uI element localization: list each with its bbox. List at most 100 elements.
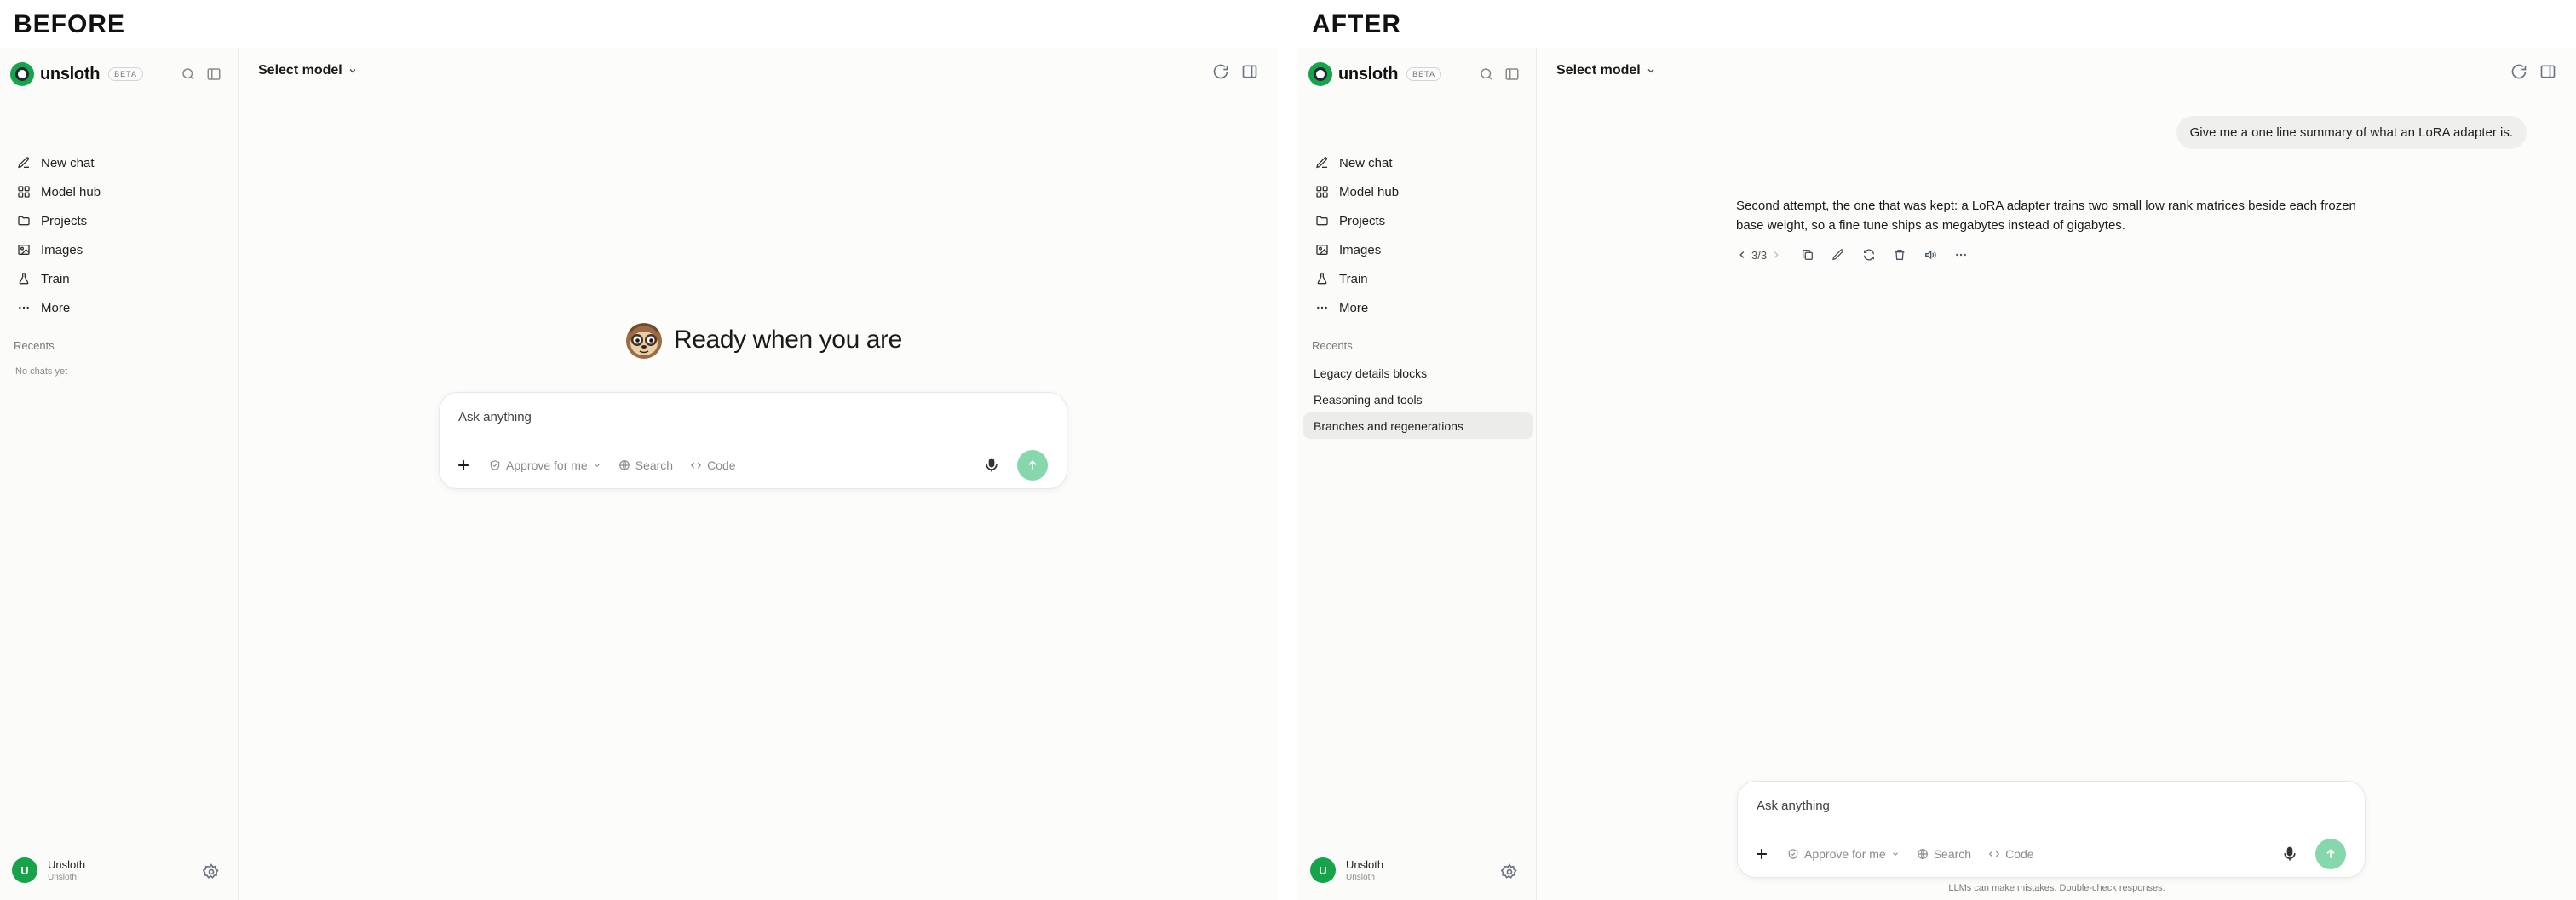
brand[interactable]: unsloth BETA [1308, 61, 1441, 87]
panel-toggle-icon[interactable] [1241, 63, 1258, 80]
sidebar-item-new-chat[interactable]: New chat [9, 148, 230, 177]
temporary-chat-icon[interactable] [1212, 63, 1229, 80]
send-button[interactable] [1017, 450, 1048, 481]
composer: Ask anything Approve for me Search Code [439, 392, 1067, 489]
sidebar-item-more[interactable]: More [1307, 293, 1528, 322]
arrow-up-icon [2326, 849, 2335, 858]
speaker-icon[interactable] [1923, 248, 1937, 262]
sloth-mascot-icon [626, 323, 662, 359]
sidebar-item-train[interactable]: Train [1307, 264, 1528, 293]
disclaimer-text: LLMs can make mistakes. Double-check res… [1948, 883, 2165, 893]
grid-icon [1315, 185, 1329, 199]
code-label: Code [707, 459, 736, 472]
chevron-down-icon [594, 464, 600, 467]
sidebar-item-projects[interactable]: Projects [9, 206, 230, 235]
send-button[interactable] [2315, 839, 2346, 869]
chevron-down-icon [1647, 69, 1654, 73]
before-panel: BEFORE unsloth BETA New chat Model hub P… [0, 0, 1288, 900]
search-toggle[interactable]: Search [618, 459, 673, 472]
app-window: unsloth BETA New chat Model hub Projects… [1298, 48, 2576, 900]
search-toggle[interactable]: Search [1917, 847, 1971, 861]
plus-icon[interactable] [455, 457, 472, 474]
microphone-icon[interactable] [983, 457, 1000, 474]
approve-label: Approve for me [506, 459, 588, 472]
sidebar-item-model-hub[interactable]: Model hub [9, 177, 230, 206]
panel-toggle-icon[interactable] [2539, 63, 2556, 80]
plus-icon[interactable] [1753, 845, 1770, 862]
assistant-message: Second attempt, the one that was kept: a… [1736, 199, 2356, 233]
grid-icon [17, 185, 31, 199]
branch-navigator: 3/3 [1736, 249, 1782, 262]
approve-toggle[interactable]: Approve for me [489, 459, 601, 472]
more-icon[interactable] [1954, 248, 1968, 262]
chevron-right-icon[interactable] [1770, 249, 1782, 261]
recents-title: Recents [14, 339, 55, 352]
globe-icon [618, 460, 630, 470]
sidebar-item-train[interactable]: Train [9, 264, 230, 293]
main-area: Select model Give me a one line summary … [1538, 48, 2576, 900]
edit-icon[interactable] [1831, 248, 1845, 262]
code-toggle[interactable]: Code [1988, 847, 2034, 861]
globe-icon [1917, 849, 1928, 859]
user-profile[interactable]: U Unsloth Unsloth [1310, 857, 1383, 883]
unsloth-logo-icon [10, 62, 34, 86]
app-window: unsloth BETA New chat Model hub Projects… [0, 48, 1278, 900]
brand[interactable]: unsloth BETA [10, 61, 143, 87]
no-chats-text: No chats yet [15, 366, 68, 377]
chevron-left-icon[interactable] [1736, 249, 1748, 261]
sidebar-item-label: Train [41, 271, 70, 286]
search-icon[interactable] [1479, 66, 1494, 82]
folder-icon [17, 214, 31, 228]
sidebar-item-label: Images [41, 242, 83, 257]
sidebar-item-label: Projects [41, 213, 88, 228]
model-selector[interactable]: Select model [258, 63, 358, 78]
beta-badge: BETA [1406, 67, 1441, 81]
code-toggle[interactable]: Code [690, 459, 736, 472]
user-profile[interactable]: U Unsloth Unsloth [12, 857, 85, 883]
code-icon [1989, 851, 2000, 857]
microphone-icon[interactable] [2281, 845, 2298, 862]
user-message-bubble: Give me a one line summary of what an Lo… [2176, 116, 2527, 149]
trash-icon[interactable] [1893, 248, 1906, 262]
sidebar-item-images[interactable]: Images [9, 235, 230, 264]
sidebar-item-label: Images [1339, 242, 1382, 257]
shield-check-icon [1788, 849, 1798, 859]
sidebar-item-images[interactable]: Images [1307, 235, 1528, 264]
recent-chat-item-active[interactable]: Branches and regenerations [1303, 412, 1533, 439]
user-name: Unsloth [48, 858, 86, 871]
temporary-chat-icon[interactable] [2510, 63, 2527, 80]
composer-toolbar: Approve for me Search Code [1753, 839, 2349, 869]
sidebar-item-model-hub[interactable]: Model hub [1307, 177, 1528, 206]
message-input[interactable]: Ask anything [458, 410, 532, 424]
edit-icon [1315, 156, 1329, 170]
before-label: BEFORE [14, 10, 126, 38]
after-label: AFTER [1312, 10, 1401, 38]
more-icon [1315, 301, 1329, 314]
recent-chat-item[interactable]: Reasoning and tools [1303, 386, 1533, 412]
sidebar-item-new-chat[interactable]: New chat [1307, 148, 1528, 177]
composer-toolbar: Approve for me Search Code [455, 450, 1051, 481]
recent-chat-item[interactable]: Legacy details blocks [1303, 360, 1533, 386]
gear-icon[interactable] [1500, 863, 1518, 880]
approve-toggle[interactable]: Approve for me [1787, 847, 1900, 861]
sidebar-toggle-icon[interactable] [1504, 66, 1520, 82]
unsloth-logo-icon [1308, 62, 1332, 86]
sidebar: unsloth BETA New chat Model hub Projects… [1298, 48, 1537, 900]
sidebar-toggle-icon[interactable] [206, 66, 221, 82]
copy-icon[interactable] [1801, 248, 1814, 262]
sidebar: unsloth BETA New chat Model hub Projects… [0, 48, 239, 900]
user-name: Unsloth [1346, 858, 1384, 871]
search-icon[interactable] [181, 66, 196, 82]
more-icon [17, 301, 31, 314]
image-icon [17, 243, 31, 257]
message-input[interactable]: Ask anything [1757, 799, 1830, 813]
search-label: Search [635, 459, 674, 472]
gear-icon[interactable] [202, 863, 220, 880]
regenerate-icon[interactable] [1862, 248, 1876, 262]
sidebar-item-label: Model hub [41, 184, 101, 199]
chevron-down-icon [1892, 852, 1898, 856]
sidebar-item-more[interactable]: More [9, 293, 230, 322]
sidebar-item-label: New chat [1339, 155, 1393, 170]
sidebar-item-projects[interactable]: Projects [1307, 206, 1528, 235]
model-selector[interactable]: Select model [1556, 63, 1656, 78]
